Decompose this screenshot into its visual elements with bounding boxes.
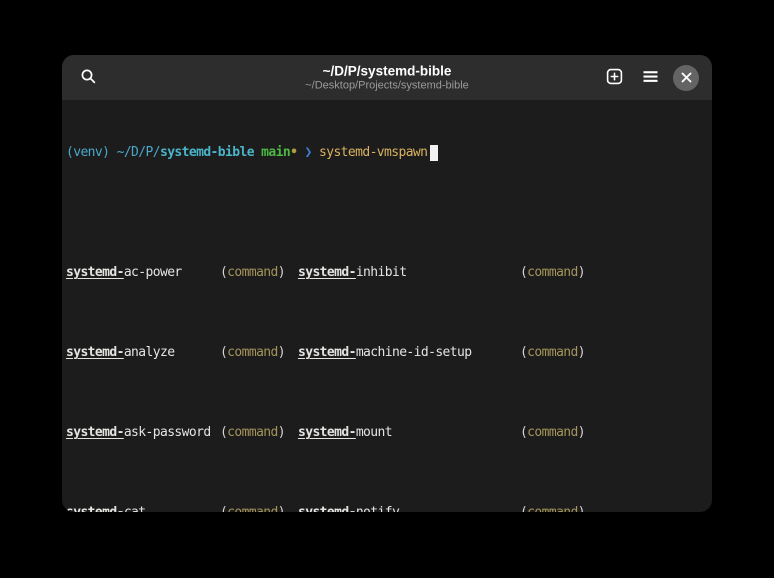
completion-item: systemd-notify (command) <box>298 503 585 512</box>
console-window: ~/D/P/systemd-bible ~/Desktop/Projects/s… <box>62 55 712 512</box>
close-icon <box>673 65 699 91</box>
search-icon <box>80 68 97 88</box>
new-tab-button[interactable] <box>596 60 632 96</box>
completion-description: (command) <box>220 263 285 283</box>
prompt-path-prefix: ~/D/P/ <box>117 143 160 163</box>
completion-item: systemd-machine-id-setup (command) <box>298 343 585 363</box>
completion-item: systemd-ac-power (command) <box>66 263 285 283</box>
completion-description: (command) <box>520 263 585 283</box>
search-button[interactable] <box>70 60 106 96</box>
completion-command-name: systemd-machine-id-setup <box>298 343 471 363</box>
completion-description: (command) <box>520 343 585 363</box>
completion-command-name: systemd-ask-password <box>66 423 211 443</box>
completion-menu: systemd-ac-power (command) systemd-analyz… <box>66 223 712 512</box>
completion-column-right: systemd-inhibit (command) systemd-machine… <box>298 223 585 512</box>
completion-description: (command) <box>220 343 285 363</box>
text-cursor <box>430 145 438 161</box>
window-subtitle: ~/Desktop/Projects/systemd-bible <box>305 79 469 92</box>
completion-command-name: systemd-analyze <box>66 343 174 363</box>
completion-command-name: systemd-mount <box>298 423 392 443</box>
completion-item: systemd-inhibit (command) <box>298 263 585 283</box>
headerbar: ~/D/P/systemd-bible ~/Desktop/Projects/s… <box>62 55 712 100</box>
window-title: ~/D/P/systemd-bible <box>305 63 469 79</box>
window-title-block: ~/D/P/systemd-bible ~/Desktop/Projects/s… <box>305 63 469 92</box>
completion-column-left: systemd-ac-power (command) systemd-analyz… <box>66 223 285 512</box>
close-button[interactable] <box>668 60 704 96</box>
prompt-line: (venv) ~/D/P/systemd-bible main• ❯ syste… <box>66 143 712 163</box>
terminal[interactable]: (venv) ~/D/P/systemd-bible main• ❯ syste… <box>62 100 712 512</box>
completion-description: (command) <box>520 503 585 512</box>
venv-indicator: (venv) <box>66 143 117 163</box>
menu-button[interactable] <box>632 60 668 96</box>
prompt-chevron: ❯ <box>297 143 319 163</box>
completion-item: systemd-cat (command) <box>66 503 285 512</box>
typed-command: systemd-vmspawn <box>319 143 427 163</box>
completion-item: systemd-ask-password (command) <box>66 423 285 443</box>
completion-command-name: systemd-ac-power <box>66 263 182 283</box>
git-dirty-dot: • <box>290 143 297 163</box>
hamburger-menu-icon <box>642 68 659 88</box>
completion-description: (command) <box>520 423 585 443</box>
prompt-path-name: systemd-bible <box>160 143 254 163</box>
completion-description: (command) <box>220 423 285 443</box>
completion-command-name: systemd-cat <box>66 503 146 512</box>
completion-item: systemd-mount (command) <box>298 423 585 443</box>
git-branch: main <box>254 143 290 163</box>
desktop: { "window": { "title": "~/D/P/systemd-bi… <box>0 0 774 578</box>
completion-command-name: systemd-notify <box>298 503 399 512</box>
completion-description: (command) <box>220 503 285 512</box>
completion-item: systemd-analyze (command) <box>66 343 285 363</box>
new-tab-icon <box>606 68 623 88</box>
completion-command-name: systemd-inhibit <box>298 263 406 283</box>
